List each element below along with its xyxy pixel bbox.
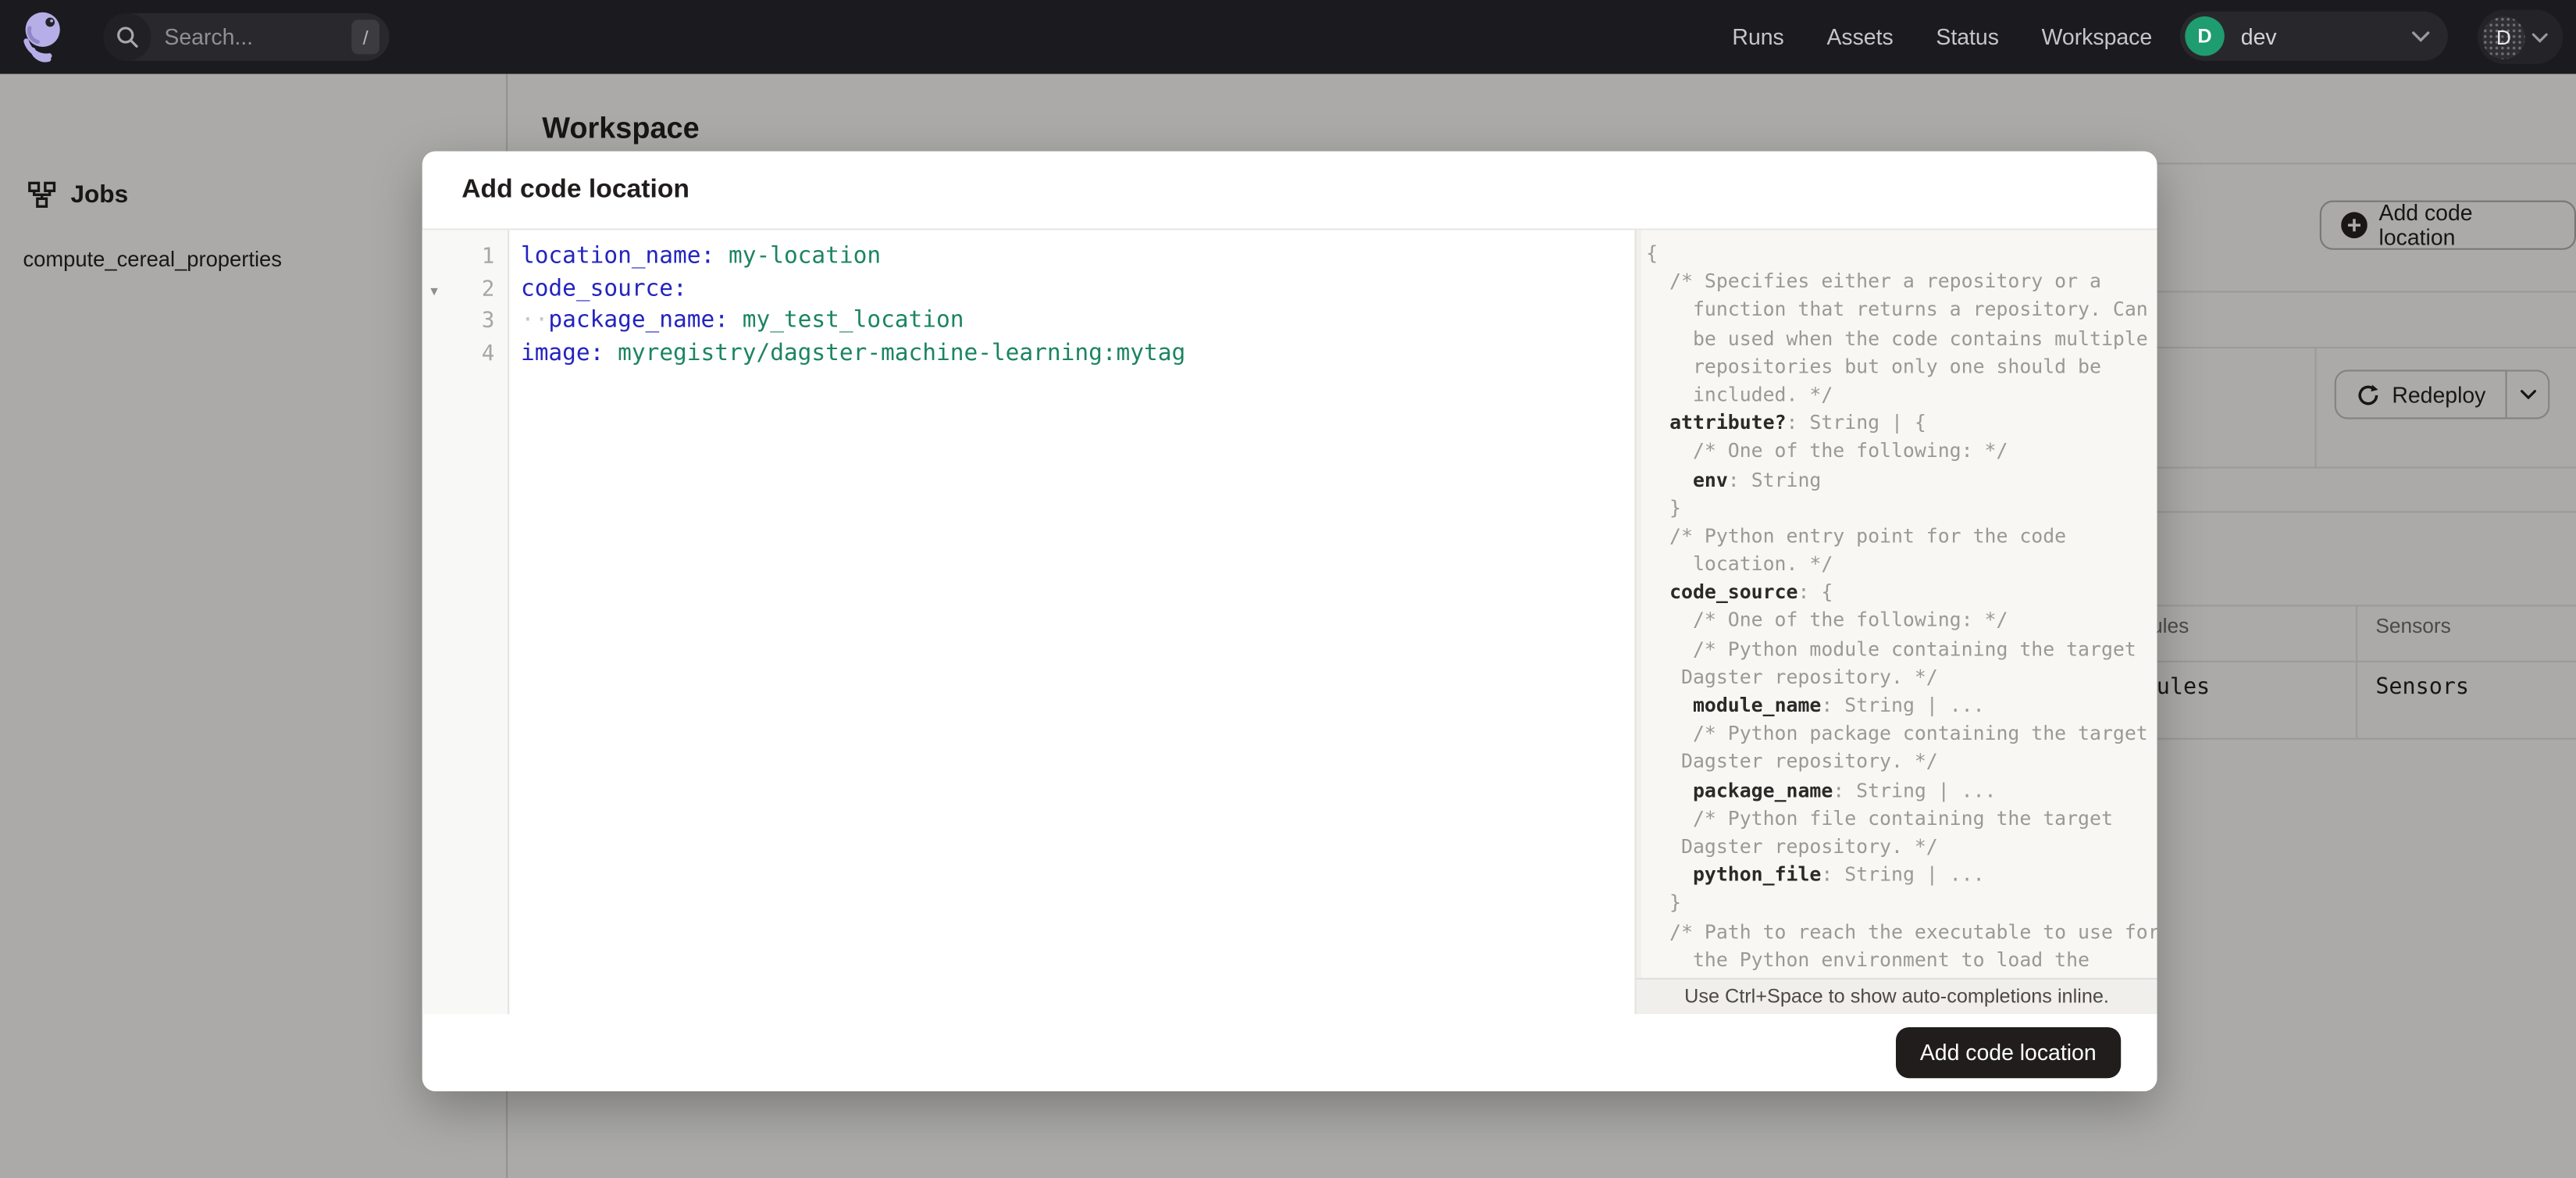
schema-line: code_source: { (1669, 580, 1833, 604)
schema-line: Dagster repository. */ (1646, 834, 1938, 859)
dialog-header: Add code location (422, 152, 2157, 230)
user-avatar: D (2482, 15, 2525, 59)
editor-line[interactable]: location_name: my-location (521, 241, 1634, 273)
editor-line[interactable]: code_source: (521, 274, 1634, 306)
deployment-avatar: D (2185, 16, 2225, 56)
schema-line: /* Python file containing the target (1646, 806, 2113, 830)
editor-gutter: 1 2 ▾ 3 4 (422, 230, 510, 1015)
user-menu[interactable]: D (2477, 9, 2564, 65)
schema-line: } (1646, 495, 1682, 519)
schema-line: /* Python entry point for the code (1646, 523, 2067, 548)
line-number: 4 (481, 341, 495, 367)
schema-line: { (1646, 241, 1659, 265)
dagster-logo-icon[interactable] (16, 6, 76, 66)
nav-link-workspace[interactable]: Workspace (2042, 25, 2153, 50)
schema-line: } (1646, 891, 1682, 915)
schema-line: repositories but only one should be (1646, 354, 2101, 378)
search-shortcut-key: / (351, 20, 380, 55)
deployment-switcher[interactable]: D dev (2179, 11, 2448, 61)
schema-line: /* Path to reach the executable to use f… (1646, 919, 2157, 943)
schema-line: /* Python module containing the target (1646, 637, 2136, 661)
schema-line: included. */ (1646, 383, 1833, 406)
editor-line[interactable]: image: myregistry/dagster-machine-learni… (521, 339, 1634, 371)
line-number: 3 (481, 309, 495, 334)
schema-line: Dagster repository. */ (1646, 750, 1938, 773)
dialog-body: 1 2 ▾ 3 4 location_name: my-location code_sou… (422, 230, 2157, 1015)
search-input[interactable]: Search... / (103, 12, 390, 61)
yaml-editor[interactable]: location_name: my-location code_source: ··… (511, 230, 1634, 1015)
add-code-location-dialog: Add code location 1 2 ▾ 3 4 location_name: m… (422, 151, 2157, 1092)
schema-line: attribute?: String | { (1669, 411, 1926, 434)
editor-line[interactable]: ··package_name: my_test_location (521, 306, 1634, 338)
nav-link-status[interactable]: Status (1936, 25, 1999, 50)
schema-hint-panel: { /* Specifies either a repository or a … (1634, 230, 2157, 1015)
schema-line: Dagster repository. */ (1646, 665, 1938, 689)
nav-link-assets[interactable]: Assets (1826, 25, 1893, 50)
search-placeholder: Search... (164, 24, 254, 50)
submit-add-code-location-button[interactable]: Add code location (1895, 1026, 2122, 1079)
autocomplete-hint: Use Ctrl+Space to show auto-completions … (1636, 977, 2157, 1015)
fold-caret-icon[interactable]: ▾ (430, 282, 438, 298)
line-number: 2 (481, 277, 495, 302)
schema-line: /* One of the following: */ (1646, 439, 2008, 462)
schema-line: location. */ (1646, 552, 1833, 576)
schema-line: /* Specifies either a repository or a (1646, 270, 2101, 293)
schema-line: package_name: String | ... (1692, 778, 1997, 801)
schema-line: /* One of the following: */ (1646, 609, 2008, 632)
schema-line: /* Python package containing the target (1646, 722, 2148, 745)
nav-link-runs[interactable]: Runs (1732, 25, 1783, 50)
schema-lines: { /* Specifies either a repository or a … (1646, 240, 2157, 974)
nav-links: Runs Assets Status Workspace (1732, 0, 2152, 74)
app-root: Search... / Runs Assets Status Workspace D … (0, 0, 2576, 1178)
dialog-title: Add code location (461, 175, 689, 203)
search-icon (103, 12, 151, 61)
schema-line: be used when the code contains multiple (1646, 326, 2148, 350)
top-navbar: Search... / Runs Assets Status Workspace D … (0, 0, 2576, 74)
deployment-name: dev (2240, 23, 2277, 49)
schema-line: module_name: String | ... (1692, 693, 1985, 717)
schema-line: python_file: String | ... (1692, 862, 1985, 887)
schema-line: env: String (1692, 467, 1822, 491)
chevron-down-icon (2531, 32, 2548, 42)
schema-line: function that returns a repository. Can (1646, 298, 2148, 322)
dialog-footer: Add code location (422, 1014, 2157, 1091)
schema-line: the Python environment to load the (1646, 948, 2090, 971)
line-number: 1 (481, 245, 495, 270)
chevron-down-icon (2412, 30, 2430, 42)
